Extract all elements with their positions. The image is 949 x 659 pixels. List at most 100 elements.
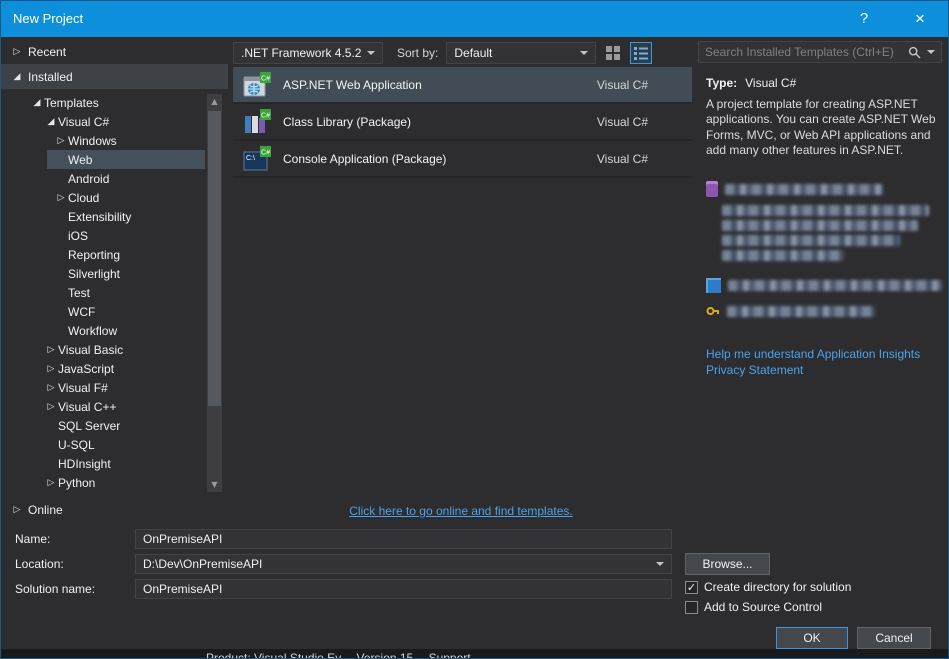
solution-name-label: Solution name: xyxy=(15,582,96,596)
solution-name-input[interactable] xyxy=(135,579,672,599)
template-list: C# ASP.NET Web Application Visual C# C# xyxy=(233,67,692,492)
redacted-account-row xyxy=(706,278,942,294)
sidebar-item-installed[interactable]: ◢ Installed xyxy=(1,64,228,89)
svg-text:C#: C# xyxy=(261,112,270,119)
source-control-label: Add to Source Control xyxy=(704,600,823,614)
template-item-class-library-package[interactable]: C# Class Library (Package) Visual C# xyxy=(233,104,692,141)
list-toolbar: .NET Framework 4.5.2 Sort by: Default xyxy=(233,41,692,65)
search-box[interactable] xyxy=(698,41,942,63)
tree-item-label: Web xyxy=(68,152,93,167)
tree-item-windows[interactable]: ▷ Windows xyxy=(1,131,228,150)
tree-item-visual-csharp[interactable]: ◢ Visual C# xyxy=(1,112,228,131)
tree-item-wcf[interactable]: WCF xyxy=(1,302,228,321)
project-name-input[interactable] xyxy=(135,529,672,549)
template-category-tree: ◢ Templates ◢ Visual C# ▷ Windows Web Andro… xyxy=(1,93,228,495)
tree-item-test[interactable]: Test xyxy=(1,283,228,302)
tree-item-hdinsight[interactable]: HDInsight xyxy=(1,454,228,473)
template-info-pane: Type: Visual C# A project template for cr… xyxy=(694,37,948,526)
template-name: ASP.NET Web Application xyxy=(283,77,422,92)
cancel-button[interactable]: Cancel xyxy=(857,627,931,649)
tree-item-label: Reporting xyxy=(68,247,121,262)
tree-item-templates[interactable]: ◢ Templates xyxy=(1,93,228,112)
ok-button[interactable]: OK xyxy=(776,627,848,649)
list-icon xyxy=(634,47,649,60)
browse-button[interactable]: Browse... xyxy=(685,553,770,575)
tree-item-web[interactable]: Web xyxy=(1,150,228,169)
scroll-down-icon[interactable]: ▼ xyxy=(207,477,222,492)
tree-item-ios[interactable]: iOS xyxy=(1,226,228,245)
svg-text:C#: C# xyxy=(261,75,270,82)
create-directory-checkbox-row[interactable]: Create directory for solution xyxy=(685,580,851,594)
tree-item-visual-basic[interactable]: ▷ Visual Basic xyxy=(1,340,228,359)
redacted-text xyxy=(725,183,883,195)
tree-item-visual-cpp[interactable]: ▷ Visual C++ xyxy=(1,397,228,416)
framework-dropdown[interactable]: .NET Framework 4.5.2 xyxy=(233,42,383,64)
scroll-up-icon[interactable]: ▲ xyxy=(207,94,222,109)
help-button[interactable]: ? xyxy=(844,1,884,37)
name-label: Name: xyxy=(15,532,51,546)
tree-item-javascript[interactable]: ▷ JavaScript xyxy=(1,359,228,378)
title-bar[interactable]: New Project ? × xyxy=(1,1,948,37)
template-name: Console Application (Package) xyxy=(283,151,447,166)
tree-item-python[interactable]: ▷ Python xyxy=(1,473,228,492)
redacted-text xyxy=(728,280,942,292)
sidebar-item-online[interactable]: ▷ Online xyxy=(1,499,228,521)
expander-icon: ▷ xyxy=(47,363,55,374)
expander-icon: ◢ xyxy=(13,71,21,82)
grid-icon xyxy=(606,46,621,60)
tree-item-label: U-SQL xyxy=(58,437,95,452)
expander-icon: ◢ xyxy=(33,97,41,108)
scrollbar-thumb[interactable] xyxy=(208,111,221,406)
tree-scrollbar[interactable]: ▲ ▼ xyxy=(207,94,222,492)
tree-item-u-sql[interactable]: U-SQL xyxy=(1,435,228,454)
privacy-statement-link[interactable]: Privacy Statement xyxy=(706,363,942,379)
tree-item-label: Templates xyxy=(44,95,99,110)
search-icon[interactable] xyxy=(908,46,921,59)
template-list-pane: .NET Framework 4.5.2 Sort by: Default C#… xyxy=(228,37,694,526)
redacted-paragraph xyxy=(722,205,942,262)
project-settings-form: Name: Location: D:\Dev\OnPremiseAPI Brow… xyxy=(1,525,948,649)
tree-item-label: Windows xyxy=(68,133,117,148)
expander-icon: ▷ xyxy=(47,401,55,412)
template-type-row: Type: Visual C# xyxy=(706,76,942,90)
new-project-dialog: New Project ? × ▷ Recent ◢ Installed ◢ Te… xyxy=(0,0,949,659)
template-item-aspnet-web-application[interactable]: C# ASP.NET Web Application Visual C# xyxy=(233,67,692,104)
tree-item-label: Visual Basic xyxy=(58,342,124,357)
tree-item-label: JavaScript xyxy=(58,361,115,376)
checkbox-checked-icon[interactable] xyxy=(685,580,698,594)
tree-item-extensibility[interactable]: Extensibility xyxy=(1,207,228,226)
type-value: Visual C# xyxy=(745,76,797,90)
key-icon xyxy=(706,307,719,316)
tree-item-label: Python xyxy=(58,475,96,490)
tree-item-reporting[interactable]: Reporting xyxy=(1,245,228,264)
medium-icons-view-button[interactable] xyxy=(602,42,624,64)
search-options-chevron-icon[interactable] xyxy=(927,50,935,54)
find-templates-online-link[interactable]: Click here to go online and find templat… xyxy=(349,504,572,518)
redacted-account-row xyxy=(706,181,942,198)
tree-item-silverlight[interactable]: Silverlight xyxy=(1,264,228,283)
source-control-checkbox-row[interactable]: Add to Source Control xyxy=(685,600,822,614)
template-item-console-application-package[interactable]: C:\ C# Console Application (Package) Vis… xyxy=(233,141,692,178)
tree-item-workflow[interactable]: Workflow xyxy=(1,321,228,340)
sortby-dropdown[interactable]: Default xyxy=(446,42,597,64)
tree-item-cloud[interactable]: ▷ Cloud xyxy=(1,188,228,207)
tree-item-label: Test xyxy=(68,285,91,300)
tree-item-visual-fsharp[interactable]: ▷ Visual F# xyxy=(1,378,228,397)
close-button[interactable]: × xyxy=(900,1,940,37)
checkbox-unchecked-icon[interactable] xyxy=(685,600,698,614)
location-combobox[interactable]: D:\Dev\OnPremiseAPI xyxy=(135,554,672,574)
sidebar-item-recent[interactable]: ▷ Recent xyxy=(1,41,228,63)
chevron-down-icon xyxy=(656,562,664,566)
svg-text:C:\: C:\ xyxy=(246,155,255,162)
redacted-text xyxy=(722,250,844,262)
chevron-down-icon xyxy=(367,51,375,55)
search-input[interactable] xyxy=(705,45,902,59)
tree-item-sql-server[interactable]: SQL Server xyxy=(1,416,228,435)
small-icons-view-button[interactable] xyxy=(630,42,653,64)
application-insights-help-link[interactable]: Help me understand Application Insights xyxy=(706,347,942,363)
tree-item-android[interactable]: Android xyxy=(1,169,228,188)
redacted-user-icon xyxy=(706,278,721,294)
tree-item-label: Android xyxy=(68,171,110,186)
redacted-text xyxy=(727,305,875,317)
template-description-panel: Type: Visual C# A project template for cr… xyxy=(706,76,942,526)
